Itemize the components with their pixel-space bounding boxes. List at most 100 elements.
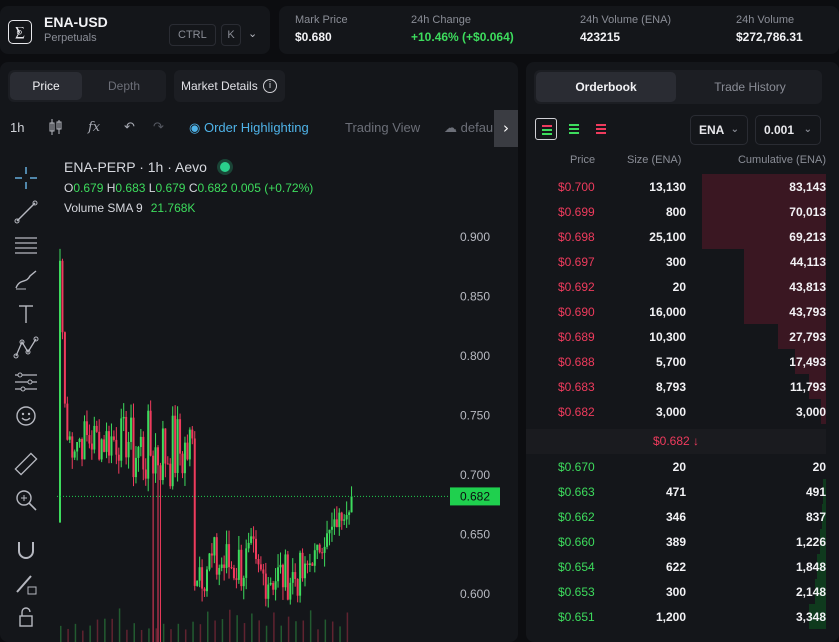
price-chart[interactable]: 0.9000.8500.8000.7500.7000.6500.6000.550… (52, 150, 518, 642)
bid-row[interactable]: $0.653 300 2,148 (526, 579, 839, 604)
ask-row[interactable]: $0.692 20 43,813 (526, 274, 839, 299)
view-both-sides-icon[interactable] (535, 118, 557, 140)
cloud-icon[interactable]: ☁ default (444, 120, 500, 136)
order-highlighting-toggle[interactable]: ◉ Order Highlighting (189, 120, 309, 136)
price-axis-tick: 0.650 (460, 528, 490, 542)
lock-drawings-icon[interactable] (12, 570, 40, 598)
tick-size-select[interactable]: 0.001 ⌄ (755, 115, 821, 145)
volume-bar (317, 629, 319, 642)
undo-icon[interactable]: ↶ (124, 120, 135, 135)
ticker-selector[interactable]: ⨊ ENA-USD Perpetuals CTRL K ⌄ (0, 6, 270, 54)
candle-body (284, 554, 287, 588)
order-highlighting-label: Order Highlighting (203, 120, 309, 135)
row-size: 10,300 (649, 330, 686, 344)
row-size: 622 (665, 560, 686, 574)
candle-body (176, 419, 179, 473)
row-cumulative: 3,000 (795, 405, 826, 419)
candle-body (186, 442, 189, 460)
redo-icon[interactable]: ↷ (153, 120, 164, 135)
brush-icon[interactable] (12, 266, 40, 294)
view-asks-icon[interactable] (590, 118, 612, 140)
row-size: 5,700 (655, 355, 686, 369)
projection-icon[interactable] (12, 368, 40, 396)
volume-bar (309, 610, 312, 642)
chevron-down-icon[interactable]: ⌄ (248, 27, 257, 40)
tab-orderbook[interactable]: Orderbook (536, 72, 676, 102)
candle-body (318, 544, 321, 553)
low-value: 0.679 (155, 181, 186, 195)
bid-row[interactable]: $0.670 20 20 (526, 454, 839, 479)
row-cumulative: 27,793 (789, 330, 826, 344)
candle-body (264, 573, 267, 599)
row-cumulative: 3,348 (795, 610, 826, 624)
candle-body (252, 536, 255, 539)
candle-body (286, 554, 289, 600)
ask-row[interactable]: $0.700 13,130 83,143 (526, 174, 839, 199)
candlestick-icon[interactable] (48, 118, 64, 139)
stat-value: $0.680 (295, 30, 332, 44)
row-cumulative: 20 (812, 460, 826, 474)
candle-body (237, 549, 240, 580)
ruler-icon[interactable] (12, 450, 40, 478)
bid-row[interactable]: $0.654 622 1,848 (526, 554, 839, 579)
ask-row[interactable]: $0.682 3,000 3,000 (526, 399, 839, 424)
bid-row[interactable]: $0.651 1,200 3,348 (526, 604, 839, 629)
ask-row[interactable]: $0.699 800 70,013 (526, 199, 839, 224)
bid-row[interactable]: $0.660 389 1,226 (526, 529, 839, 554)
indicators-icon[interactable]: fx (88, 120, 100, 135)
unit-select[interactable]: ENA ⌄ (690, 115, 748, 145)
volume-bar (236, 615, 238, 642)
trend-line-icon[interactable] (12, 198, 40, 226)
crosshair-icon[interactable] (12, 164, 40, 192)
volume-bar (221, 619, 224, 642)
emoji-icon[interactable] (12, 402, 40, 430)
row-size: 20 (672, 460, 686, 474)
tab-price[interactable]: Price (10, 72, 82, 100)
text-tool-icon[interactable] (12, 300, 40, 328)
volume-bar (295, 621, 297, 642)
candle-body (73, 451, 76, 458)
zoom-in-icon[interactable] (12, 486, 40, 514)
pattern-icon[interactable] (12, 334, 40, 362)
toolbar-scroll-right-button[interactable]: › (494, 110, 518, 147)
candle-body (103, 439, 106, 452)
stat-value: $272,786.31 (736, 30, 803, 44)
volume-bar (74, 623, 77, 642)
ask-row[interactable]: $0.683 8,793 11,793 (526, 374, 839, 399)
volume-bar (339, 626, 341, 642)
trading-view-button[interactable]: Trading View (345, 120, 420, 135)
volume-bar (184, 629, 187, 642)
volume-bar (229, 609, 231, 642)
price-axis-tick: 0.700 (460, 468, 490, 482)
bid-row[interactable]: $0.663 471 491 (526, 479, 839, 504)
candle-body (228, 544, 231, 568)
ask-row[interactable]: $0.698 25,100 69,213 (526, 224, 839, 249)
market-details-button[interactable]: Market Details i (174, 70, 285, 102)
row-size: 471 (665, 485, 686, 499)
fib-lines-icon[interactable] (12, 232, 40, 260)
candle-body (321, 552, 324, 554)
info-icon: i (263, 79, 277, 93)
ask-row[interactable]: $0.690 16,000 43,793 (526, 299, 839, 324)
candle-body (274, 581, 277, 590)
stat-mark-price: Mark Price $0.680 (295, 14, 348, 44)
cumulative-column-header: Cumulative (ENA) (737, 154, 826, 166)
ask-row[interactable]: $0.689 10,300 27,793 (526, 324, 839, 349)
ask-row[interactable]: $0.688 5,700 17,493 (526, 349, 839, 374)
ask-row[interactable]: $0.697 300 44,113 (526, 249, 839, 274)
pair-name: ENA-USD (44, 14, 108, 30)
bid-row[interactable]: $0.662 346 837 (526, 504, 839, 529)
tab-depth[interactable]: Depth (88, 72, 160, 100)
stat-24h-volume-ena: 24h Volume (ENA) 423215 (580, 14, 671, 44)
view-bids-icon[interactable] (563, 118, 585, 140)
lock-icon[interactable] (12, 604, 40, 632)
candle-body (281, 564, 284, 588)
candle-body (220, 564, 223, 568)
market-stats: Mark Price $0.680 24h Change +10.46% (+$… (279, 6, 839, 54)
candle-body (161, 428, 164, 481)
candle-body (232, 567, 235, 579)
interval-selector[interactable]: 1h (10, 120, 24, 135)
candle-body (272, 582, 275, 590)
magnet-icon[interactable] (12, 536, 40, 564)
tab-trade-history[interactable]: Trade History (680, 72, 820, 102)
